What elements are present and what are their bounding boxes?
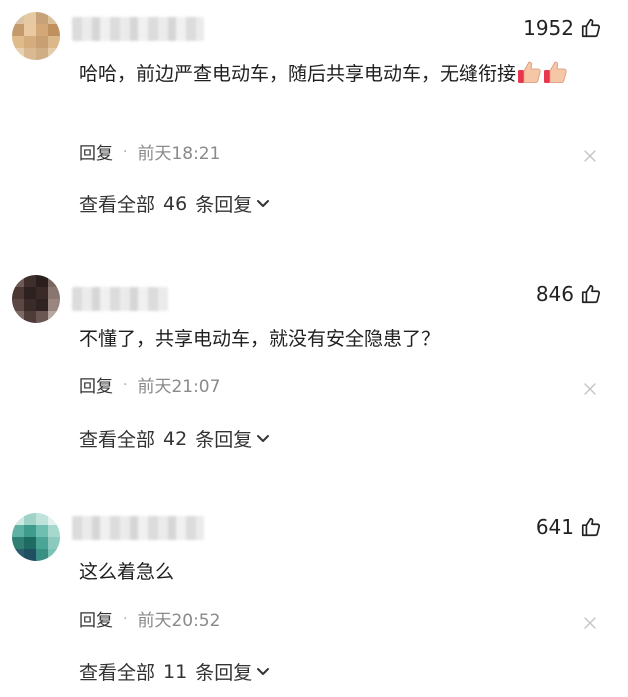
username-blurred[interactable]: [72, 516, 204, 540]
avatar[interactable]: [12, 275, 60, 323]
comment-meta: 回复 · 前天21:07: [79, 372, 221, 398]
timestamp: 前天18:21: [137, 144, 221, 164]
meta-separator: ·: [123, 143, 128, 160]
chevron-down-icon: [256, 434, 270, 444]
like-count: 1952: [523, 16, 574, 40]
like-count: 846: [535, 282, 574, 306]
reply-button[interactable]: 回复: [79, 372, 113, 397]
meta-separator: ·: [123, 376, 128, 393]
view-all-suffix: 条回复: [195, 194, 253, 216]
meta-separator: ·: [123, 610, 128, 627]
view-all-replies-link[interactable]: 查看全部 11 条回复: [79, 658, 270, 685]
close-icon[interactable]: [584, 380, 596, 395]
like-button[interactable]: 846: [536, 282, 602, 306]
reply-count: 42: [163, 427, 188, 450]
timestamp: 前天21:07: [137, 377, 221, 397]
like-button[interactable]: 641: [536, 515, 602, 539]
reply-button[interactable]: 回复: [79, 606, 113, 631]
username-blurred[interactable]: [72, 287, 168, 311]
chevron-down-icon: [256, 199, 270, 209]
timestamp: 前天20:52: [137, 611, 221, 631]
comment-text: 哈哈，前边严查电动车，随后共享电动车，无缝衔接: [79, 56, 599, 92]
thumbs-up-icon: [580, 17, 602, 39]
reply-count: 46: [163, 192, 188, 215]
comment-text: 这么着急么: [79, 554, 599, 590]
view-all-suffix: 条回复: [195, 429, 253, 451]
comment-item: 1952 哈哈，前边严查电动车，随后共享电动车，无缝衔接 回复 · 前天18:21 查看全…: [0, 0, 628, 232]
comment-text-content: 这么着急么: [79, 561, 175, 583]
comment-text-content: 不懂了，共享电动车，就没有安全隐患了？: [79, 328, 441, 350]
view-all-replies-link[interactable]: 查看全部 42 条回复: [79, 425, 270, 452]
thumbs-up-emoji-icon: [542, 59, 568, 85]
thumbs-up-icon: [580, 283, 602, 305]
comment-item: 641 这么着急么回复 · 前天20:52 查看全部 11 条回复: [0, 465, 628, 697]
comment-meta: 回复 · 前天20:52: [79, 606, 221, 632]
like-count: 641: [535, 515, 574, 539]
chevron-down-icon: [256, 667, 270, 677]
view-all-prefix: 查看全部: [79, 662, 156, 684]
thumbs-up-icon: [580, 516, 602, 538]
view-all-prefix: 查看全部: [79, 429, 156, 451]
like-button[interactable]: 1952: [523, 16, 602, 40]
close-icon[interactable]: [584, 614, 596, 629]
close-icon[interactable]: [584, 147, 596, 162]
avatar[interactable]: [12, 513, 60, 561]
avatar[interactable]: [12, 12, 60, 60]
view-all-replies-link[interactable]: 查看全部 46 条回复: [79, 190, 270, 217]
reply-count: 11: [163, 660, 188, 683]
comment-meta: 回复 · 前天18:21: [79, 139, 221, 165]
comment-text-content: 哈哈，前边严查电动车，随后共享电动车，无缝衔接: [79, 63, 517, 85]
reply-button[interactable]: 回复: [79, 139, 113, 164]
comment-item: 846 不懂了，共享电动车，就没有安全隐患了？ 回复 · 前天21:07 查看全部 42 条回…: [0, 232, 628, 464]
thumbs-up-emoji-icon: [516, 59, 542, 85]
username-blurred[interactable]: [72, 17, 204, 41]
view-all-prefix: 查看全部: [79, 194, 156, 216]
comment-text: 不懂了，共享电动车，就没有安全隐患了？: [79, 321, 599, 357]
view-all-suffix: 条回复: [195, 662, 253, 684]
